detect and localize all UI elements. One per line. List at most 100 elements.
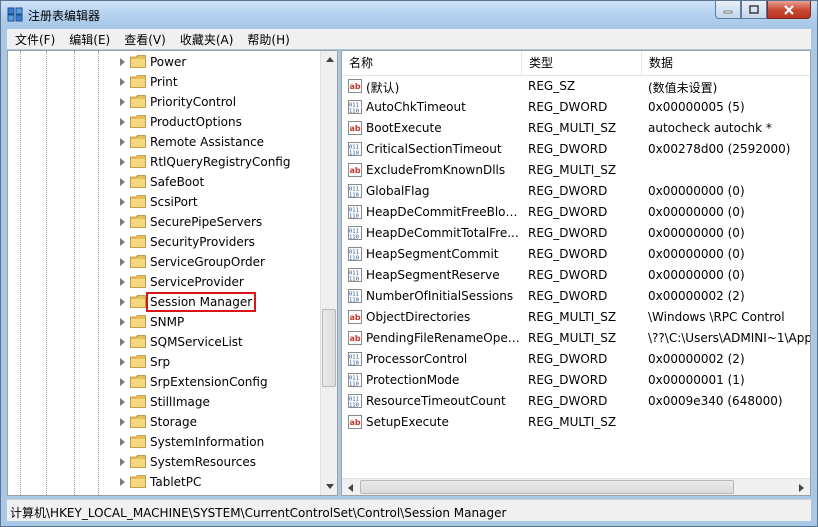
menu-view[interactable]: 查看(V) (116, 31, 172, 48)
scroll-up-button[interactable] (321, 51, 337, 68)
binary-value-icon: 011110 (348, 247, 362, 261)
folder-icon (130, 55, 146, 68)
tree-node[interactable]: Remote Assistance (8, 132, 320, 152)
menu-favorites[interactable]: 收藏夹(A) (172, 31, 240, 48)
folder-icon (130, 155, 146, 168)
expand-arrow-icon[interactable] (120, 318, 125, 326)
expand-arrow-icon[interactable] (120, 78, 125, 86)
value-type: REG_DWORD (528, 100, 608, 114)
tree-node[interactable]: Storage (8, 412, 320, 432)
menu-file[interactable]: 文件(F) (7, 31, 61, 48)
scroll-thumb[interactable] (360, 480, 734, 494)
value-row[interactable]: 011 110 ProtectionMode REG_DWORD 0x00000001 … (342, 370, 810, 391)
tree-node-label: SafeBoot (150, 175, 205, 189)
registry-tree[interactable]: Power Print PriorityControl ProductOptions R… (7, 50, 338, 496)
string-value-icon: ab (348, 79, 362, 93)
tree-node[interactable]: ScsiPort (8, 192, 320, 212)
value-row[interactable]: ab (默认) REG_SZ (数值未设置) (342, 76, 810, 97)
expand-arrow-icon[interactable] (120, 278, 125, 286)
expand-arrow-icon[interactable] (120, 478, 125, 486)
tree-node[interactable]: ServiceProvider (8, 272, 320, 292)
close-button[interactable] (767, 1, 811, 19)
tree-node-label: SystemInformation (150, 435, 265, 449)
expand-arrow-icon[interactable] (120, 258, 125, 266)
tree-node[interactable]: Srp (8, 352, 320, 372)
value-row[interactable]: ab ObjectDirectories REG_MULTI_SZ \Windows … (342, 307, 810, 328)
value-row[interactable]: ab ExcludeFromKnownDlls REG_MULTI_SZ (342, 160, 810, 181)
tree-node[interactable]: Power (8, 52, 320, 72)
expand-arrow-icon[interactable] (120, 138, 125, 146)
value-row[interactable]: 011 110 NumberOfInitialSessions REG_DWORD 0x… (342, 286, 810, 307)
column-header-data[interactable]: 数据 (642, 51, 810, 75)
value-row[interactable]: ab PendingFileRenameOper... REG_MULTI_SZ \?… (342, 328, 810, 349)
value-row[interactable]: 011 110 HeapDeCommitTotalFre... REG_DWORD 0x… (342, 223, 810, 244)
arrow-right-icon (799, 483, 804, 492)
tree-node[interactable]: SystemInformation (8, 432, 320, 452)
expand-arrow-icon[interactable] (120, 378, 125, 386)
expand-arrow-icon[interactable] (120, 418, 125, 426)
tree-node[interactable]: ProductOptions (8, 112, 320, 132)
scroll-down-button[interactable] (321, 478, 337, 495)
value-row[interactable]: 011 110 HeapSegmentReserve REG_DWORD 0x00000… (342, 265, 810, 286)
arrow-down-icon (325, 484, 334, 489)
value-row[interactable]: 011 110 AutoChkTimeout REG_DWORD 0x00000005 … (342, 97, 810, 118)
values-list[interactable]: 名称 类型 数据 ab (默认) REG_SZ (数值未设置) 011 110 AutoCh… (341, 50, 811, 496)
menu-edit[interactable]: 编辑(E) (61, 31, 116, 48)
tree-node[interactable]: SecurePipeServers (8, 212, 320, 232)
scroll-right-button[interactable] (793, 479, 810, 495)
value-row[interactable]: 011 110 CriticalSectionTimeout REG_DWORD 0x0… (342, 139, 810, 160)
expand-arrow-icon[interactable] (120, 58, 125, 66)
value-data: \Windows \RPC Control (648, 310, 785, 324)
tree-node[interactable]: SQMServiceList (8, 332, 320, 352)
value-row[interactable]: ab BootExecute REG_MULTI_SZ autocheck autoc… (342, 118, 810, 139)
expand-arrow-icon[interactable] (120, 238, 125, 246)
tree-node[interactable]: Session Manager (8, 292, 320, 312)
value-row[interactable]: 011 110 ProcessorControl REG_DWORD 0x0000000… (342, 349, 810, 370)
tree-node[interactable]: Print (8, 72, 320, 92)
expand-arrow-icon[interactable] (120, 218, 125, 226)
value-row[interactable]: 011 110 HeapDeCommitFreeBloc... REG_DWORD 0x… (342, 202, 810, 223)
minimize-button[interactable] (715, 1, 741, 19)
binary-value-icon: 011110 (348, 289, 362, 303)
svg-text:110: 110 (349, 151, 359, 157)
tree-node[interactable]: SecurityProviders (8, 232, 320, 252)
expand-arrow-icon[interactable] (120, 338, 125, 346)
tree-node[interactable]: SafeBoot (8, 172, 320, 192)
tree-node[interactable]: SystemResources (8, 452, 320, 472)
tree-node[interactable]: StillImage (8, 392, 320, 412)
folder-icon (130, 75, 146, 88)
scroll-thumb[interactable] (322, 309, 336, 387)
expand-arrow-icon[interactable] (120, 98, 125, 106)
value-name: ProtectionMode (366, 373, 460, 387)
column-header-name[interactable]: 名称 (342, 51, 522, 75)
title-bar[interactable]: 注册表编辑器 (1, 1, 817, 27)
expand-arrow-icon[interactable] (120, 458, 125, 466)
value-row[interactable]: 011 110 HeapSegmentCommit REG_DWORD 0x000000… (342, 244, 810, 265)
expand-arrow-icon[interactable] (120, 358, 125, 366)
tree-vertical-scrollbar[interactable] (320, 51, 337, 495)
expand-arrow-icon[interactable] (120, 438, 125, 446)
tree-node[interactable]: SrpExtensionConfig (8, 372, 320, 392)
value-row[interactable]: ab SetupExecute REG_MULTI_SZ (342, 412, 810, 433)
column-header-type[interactable]: 类型 (522, 51, 642, 75)
expand-arrow-icon[interactable] (120, 178, 125, 186)
value-row[interactable]: 011 110 GlobalFlag REG_DWORD 0x00000000 (0) (342, 181, 810, 202)
expand-arrow-icon[interactable] (120, 298, 125, 306)
expand-arrow-icon[interactable] (120, 158, 125, 166)
tree-node[interactable]: SNMP (8, 312, 320, 332)
value-row[interactable]: 011 110 ResourceTimeoutCount REG_DWORD 0x000… (342, 391, 810, 412)
expand-arrow-icon[interactable] (120, 398, 125, 406)
values-horizontal-scrollbar[interactable] (342, 478, 810, 495)
expand-arrow-icon[interactable] (120, 198, 125, 206)
tree-node[interactable]: TabletPC (8, 472, 320, 492)
value-name: ObjectDirectories (366, 310, 471, 324)
maximize-button[interactable] (741, 1, 767, 19)
tree-node[interactable]: RtlQueryRegistryConfig (8, 152, 320, 172)
tree-node[interactable]: PriorityControl (8, 92, 320, 112)
expand-arrow-icon[interactable] (120, 118, 125, 126)
menu-help[interactable]: 帮助(H) (239, 31, 295, 48)
tree-node[interactable]: ServiceGroupOrder (8, 252, 320, 272)
scroll-left-button[interactable] (342, 479, 359, 495)
folder-icon (130, 115, 146, 128)
value-type: REG_DWORD (528, 394, 608, 408)
